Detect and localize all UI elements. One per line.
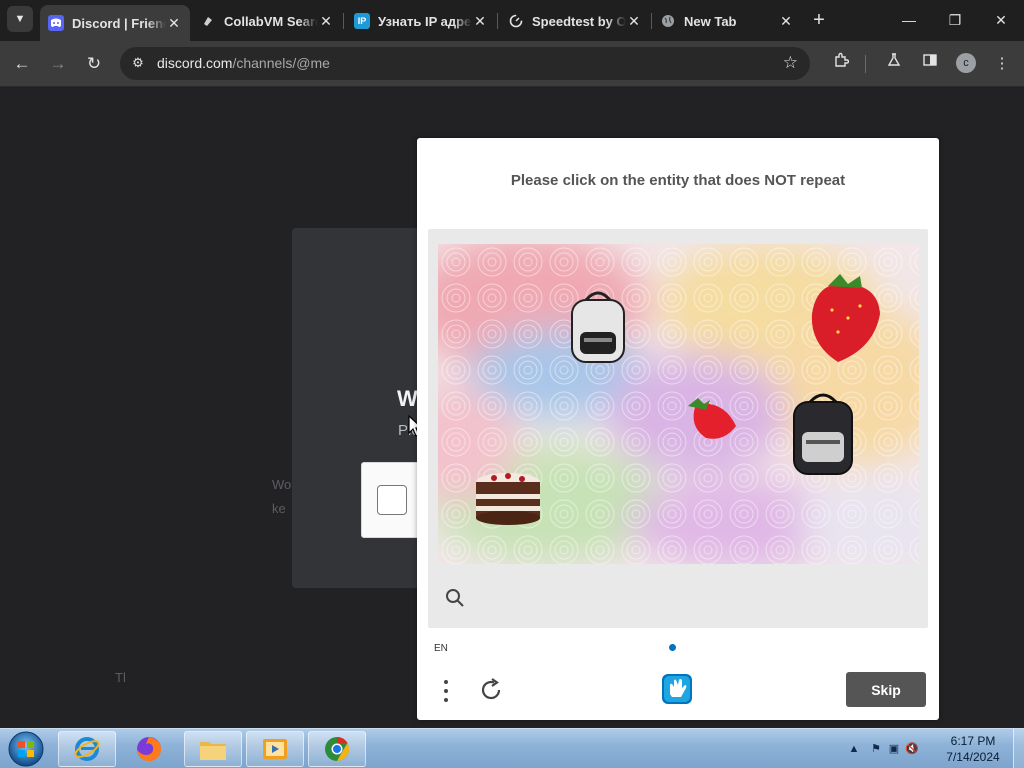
menu-icon[interactable]: [437, 678, 455, 704]
show-desktop-button[interactable]: [1013, 729, 1024, 768]
tab-ip[interactable]: IP Узнать IP адрес ✕: [346, 5, 496, 37]
discord-icon: [48, 15, 64, 31]
arrow-left-icon: ←: [13, 54, 31, 73]
tab-title: CollabVM Search: [224, 13, 318, 29]
chrome-icon: [325, 737, 350, 761]
globe-icon: [660, 13, 676, 29]
site-settings-icon[interactable]: ⚙: [130, 55, 146, 71]
clock-date: 7/14/2024: [946, 750, 1000, 764]
extensions-icon[interactable]: [829, 52, 853, 76]
network-icon[interactable]: ▣: [885, 740, 903, 758]
tab-title: Узнать IP адрес: [378, 13, 472, 29]
tab-close-icon[interactable]: ✕: [778, 13, 794, 30]
labs-flask-icon[interactable]: [882, 52, 906, 76]
chevron-down-icon: ▼: [14, 13, 26, 25]
tab-title: Speedtest by Ookla: [532, 13, 626, 29]
taskbar-clock[interactable]: 6:17 PM 7/14/2024: [938, 733, 1008, 765]
search-icon[interactable]: [444, 587, 466, 609]
captcha-image[interactable]: [438, 244, 919, 564]
minimize-icon: —: [902, 12, 916, 28]
arrow-right-icon: →: [49, 54, 67, 73]
action-center-flag-icon[interactable]: ⚑: [867, 740, 885, 758]
tab-close-icon[interactable]: ✕: [318, 13, 334, 30]
backpack-object: [793, 393, 853, 475]
reload-button[interactable]: ↻: [80, 50, 108, 78]
taskbar-internet-explorer[interactable]: [58, 731, 116, 767]
browser-toolbar: ← → ↻ ⚙ discord.com/channels/@me ☆ c ⋮: [0, 41, 1024, 87]
tab-separator: [497, 13, 498, 29]
clock-time: 6:17 PM: [950, 734, 996, 748]
side-panel-icon[interactable]: [918, 52, 942, 76]
tab-collabvm[interactable]: CollabVM Search ✕: [192, 5, 342, 37]
close-icon: ✕: [995, 12, 1007, 28]
bookmark-star-icon[interactable]: ☆: [783, 53, 798, 73]
card-footer-text: Tl: [115, 670, 126, 685]
restore-icon: ❐: [948, 12, 962, 28]
url-text: discord.com/channels/@me: [157, 55, 330, 71]
more-menu-icon[interactable]: ⋮: [990, 52, 1014, 76]
taskbar-firefox[interactable]: [120, 731, 178, 767]
start-button[interactable]: [4, 730, 48, 768]
toolbar-divider: [865, 55, 866, 73]
tab-title: New Tab: [684, 13, 737, 29]
screen: ▼ Discord | Friends ✕ CollabVM Search ✕ …: [0, 0, 1024, 768]
hcaptcha-checkbox[interactable]: [377, 485, 407, 515]
captcha-challenge: Please click on the entity that does NOT…: [417, 138, 939, 720]
forward-button[interactable]: →: [44, 50, 72, 78]
tab-separator: [343, 13, 344, 29]
minimize-button[interactable]: —: [887, 6, 931, 34]
tab-discord[interactable]: Discord | Friends ✕: [40, 5, 190, 41]
card-side-line: ke: [272, 501, 286, 516]
tab-search-button[interactable]: ▼: [7, 6, 33, 32]
card-side-line: Wo: [272, 477, 292, 492]
tab-title: Discord | Friends: [72, 15, 166, 31]
volume-muted-icon[interactable]: 🔇: [903, 740, 921, 758]
collabvm-icon: [200, 13, 216, 29]
tray-expand-icon[interactable]: ▲: [845, 740, 863, 758]
captcha-task-area: [428, 229, 928, 628]
progress-dot: [669, 644, 676, 651]
tab-close-icon[interactable]: ✕: [166, 15, 182, 32]
back-button[interactable]: ←: [8, 50, 36, 78]
new-tab-button[interactable]: +: [808, 8, 830, 32]
media-player-icon: [263, 739, 287, 759]
card-side-text: Wo ke: [272, 473, 291, 521]
hcaptcha-logo-icon: [662, 674, 692, 704]
url-host: discord.com: [157, 55, 233, 71]
captcha-prompt: Please click on the entity that does NOT…: [510, 172, 846, 189]
tab-new[interactable]: New Tab ✕: [652, 5, 802, 37]
cake-object: [476, 473, 540, 525]
refresh-icon[interactable]: [477, 676, 505, 704]
tab-close-icon[interactable]: ✕: [472, 13, 488, 30]
address-bar[interactable]: ⚙ discord.com/channels/@me ☆: [120, 47, 810, 80]
reload-icon: ↻: [86, 54, 102, 73]
taskbar-file-explorer[interactable]: [184, 731, 242, 767]
skip-button[interactable]: Skip: [846, 672, 926, 707]
plus-icon: +: [813, 9, 825, 31]
restore-button[interactable]: ❐: [933, 6, 977, 34]
speedtest-icon: [508, 13, 524, 29]
ip-icon: IP: [354, 13, 370, 29]
tab-close-icon[interactable]: ✕: [626, 13, 642, 30]
firefox-icon: [137, 737, 162, 762]
url-path: /channels/@me: [232, 55, 330, 71]
tab-speedtest[interactable]: Speedtest by Ookla ✕: [500, 5, 650, 37]
backpack-object: [571, 291, 625, 363]
language-selector[interactable]: EN: [434, 643, 448, 654]
close-window-button[interactable]: ✕: [979, 6, 1023, 34]
card-title: W: [397, 386, 418, 411]
internet-explorer-icon: [74, 737, 100, 761]
file-explorer-icon: [200, 742, 226, 760]
tab-strip: ▼ Discord | Friends ✕ CollabVM Search ✕ …: [0, 0, 1024, 41]
taskbar-media-player[interactable]: [246, 731, 304, 767]
taskbar-chrome[interactable]: [308, 731, 366, 767]
taskbar: ▲ ⚑ ▣ 🔇 6:17 PM 7/14/2024: [0, 728, 1024, 768]
profile-avatar[interactable]: c: [956, 53, 976, 73]
system-tray: ▲ ⚑ ▣ 🔇: [845, 729, 921, 768]
